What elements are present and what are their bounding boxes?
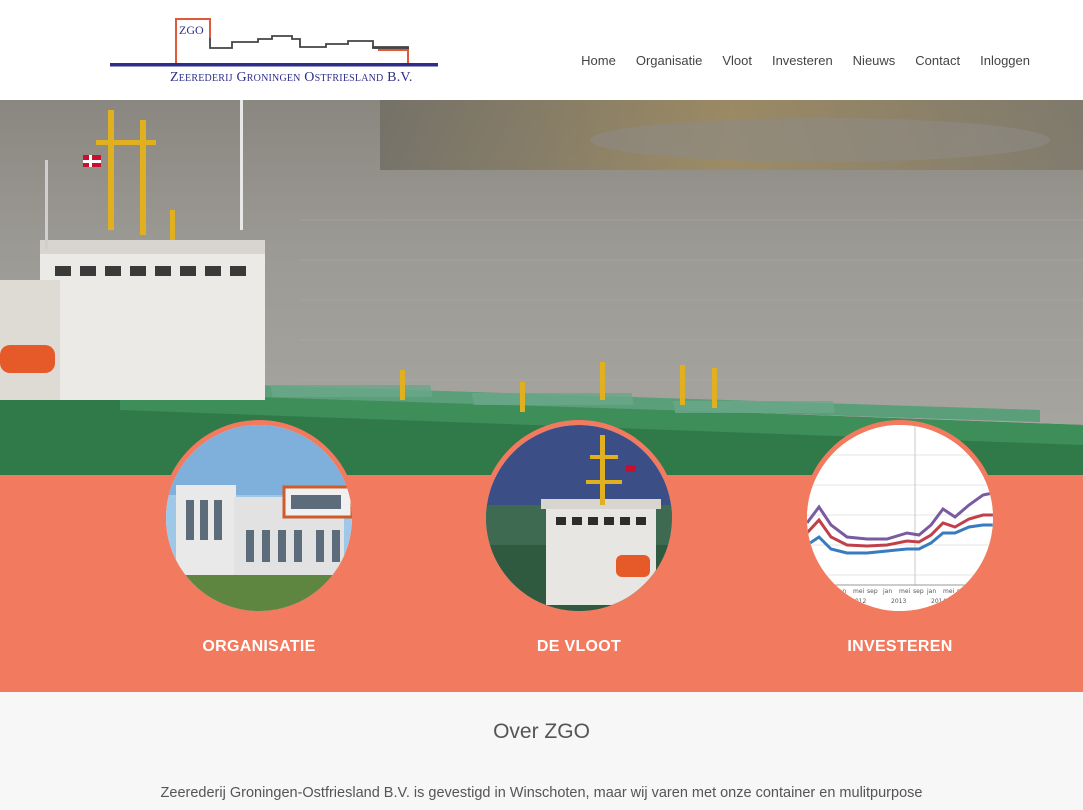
svg-text:jan: jan — [926, 588, 936, 595]
feature-de-vloot[interactable]: DE VLOOT — [481, 420, 677, 655]
svg-text:sep: sep — [867, 588, 878, 595]
svg-text:jan: jan — [836, 588, 846, 595]
svg-text:2014: 2014 — [931, 598, 946, 605]
nav-vloot[interactable]: Vloot — [712, 53, 762, 68]
line-chart-image: jan mei sep jan mei sep jan mei sep 2012… — [807, 425, 993, 611]
about-section: Over ZGO Zeerederij Groningen-Ostfriesla… — [0, 692, 1083, 810]
site-header: ZGO Zeerederij Groningen Ostfriesland B.… — [0, 0, 1083, 100]
hero-ship-image — [0, 100, 1083, 475]
feature-investeren-label[interactable]: INVESTEREN — [762, 638, 1038, 656]
nav-home[interactable]: Home — [571, 53, 626, 68]
feature-organisatie-label[interactable]: ORGANISATIE — [121, 638, 397, 656]
nav-nieuws[interactable]: Nieuws — [843, 53, 906, 68]
office-building-image — [166, 425, 352, 611]
feature-organisatie-circle[interactable] — [161, 420, 357, 616]
nav-organisatie[interactable]: Organisatie — [626, 53, 712, 68]
svg-text:mei: mei — [853, 588, 865, 595]
feature-de-vloot-circle[interactable] — [481, 420, 677, 616]
nav-contact[interactable]: Contact — [905, 53, 970, 68]
nav-investeren[interactable]: Investeren — [762, 53, 843, 68]
feature-investeren[interactable]: jan mei sep jan mei sep jan mei sep 2012… — [802, 420, 998, 655]
logo-company-name: Zeerederij Groningen Ostfriesland B.V. — [170, 70, 413, 85]
svg-text:mei: mei — [943, 588, 955, 595]
feature-investeren-circle[interactable]: jan mei sep jan mei sep jan mei sep 2012… — [802, 420, 998, 616]
main-nav: Home Organisatie Vloot Investeren Nieuws… — [571, 53, 1030, 68]
svg-text:mei: mei — [899, 588, 911, 595]
svg-text:2013: 2013 — [891, 598, 906, 605]
about-title: Over ZGO — [493, 720, 590, 743]
svg-text:sep: sep — [957, 588, 968, 595]
feature-de-vloot-label[interactable]: DE VLOOT — [441, 638, 717, 656]
nav-inloggen[interactable]: Inloggen — [970, 53, 1030, 68]
ship-image — [486, 425, 672, 611]
logo-mark-text: ZGO — [179, 23, 204, 37]
zgo-logo[interactable]: ZGO Zeerederij Groningen Ostfriesland B.… — [108, 14, 440, 94]
svg-text:2012: 2012 — [851, 598, 866, 605]
svg-text:sep: sep — [913, 588, 924, 595]
about-text: Zeerederij Groningen-Ostfriesland B.V. i… — [160, 785, 923, 801]
feature-organisatie[interactable]: ORGANISATIE — [161, 420, 357, 655]
svg-text:jan: jan — [882, 588, 892, 595]
